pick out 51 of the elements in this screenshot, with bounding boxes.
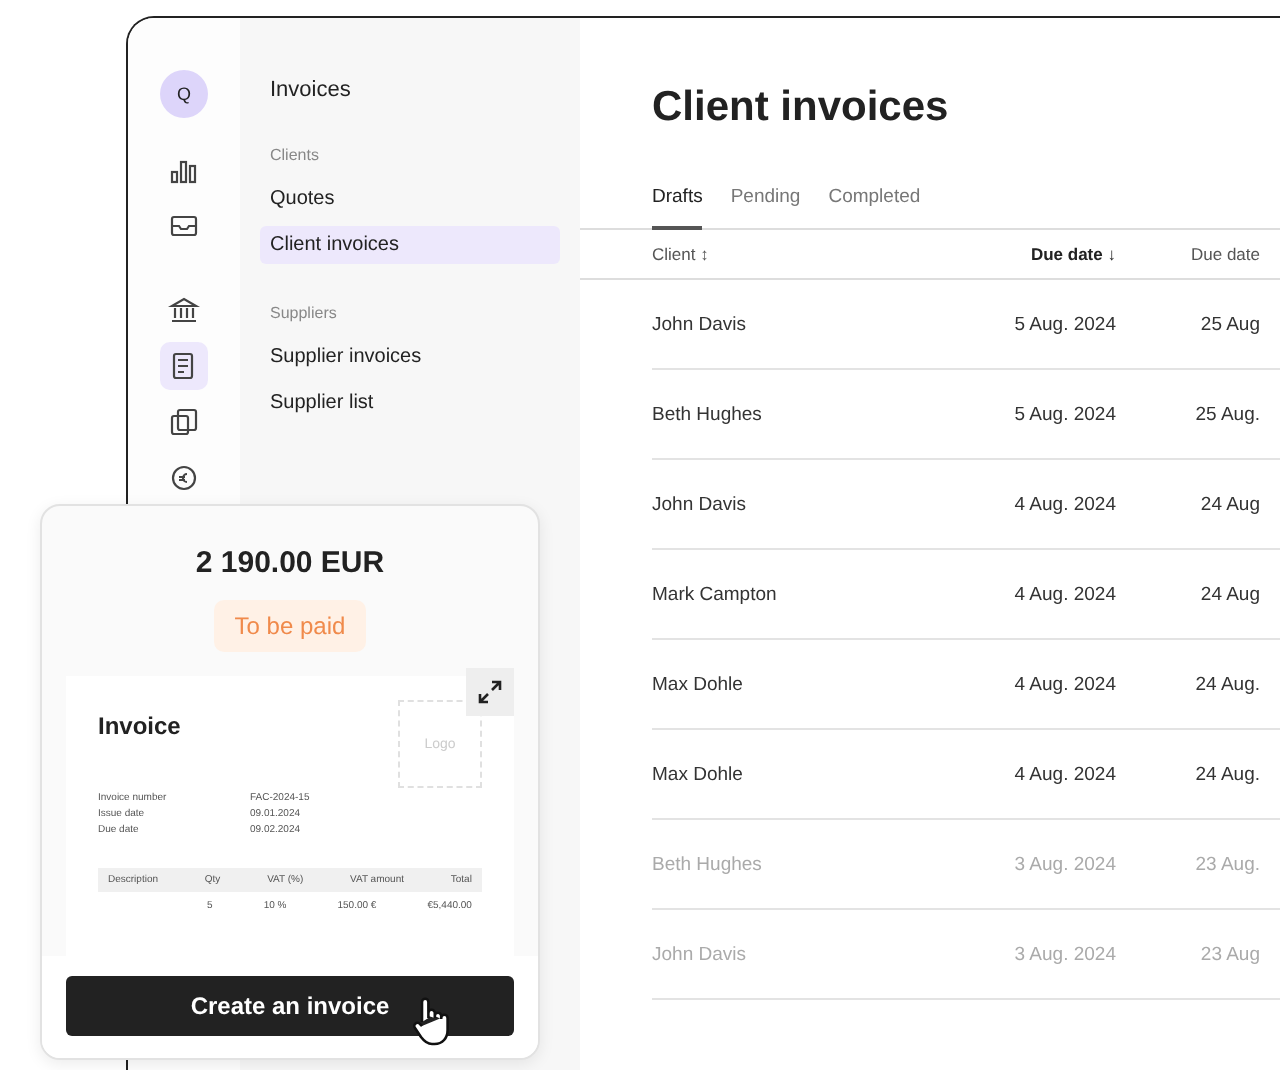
table-cell-text: John Davis <box>652 313 748 335</box>
table-cell-text: 25 Aug <box>1198 313 1260 335</box>
table-cell-text: Max Dohle <box>652 763 745 785</box>
tab[interactable]: Pending <box>730 186 801 230</box>
table-cell-text: 24 Aug <box>1198 493 1260 515</box>
table-cell-text: 5 Aug. 2024 <box>1012 313 1116 335</box>
nav-section-heading: Clients <box>268 146 321 164</box>
avatar[interactable]: Q <box>160 70 208 118</box>
table-cell-text: 4 Aug. 2024 <box>1012 493 1116 515</box>
table-cell-text: Max Dohle <box>652 673 745 695</box>
bank-icon <box>168 294 200 326</box>
table-cell-text: 5 Aug. 2024 <box>1012 403 1116 425</box>
nav-section-heading: Suppliers <box>268 304 339 322</box>
hand-cursor-icon <box>410 996 454 1048</box>
table-cell-text: Beth Hughes <box>652 403 764 425</box>
page-title: Client invoices <box>650 84 951 132</box>
nav-item[interactable]: Client invoices <box>260 226 560 264</box>
rail-item[interactable] <box>160 342 208 390</box>
column-header[interactable]: Due date ↓ <box>892 244 1116 264</box>
documents-icon <box>168 406 200 438</box>
table-cell-text: Beth Hughes <box>652 853 764 875</box>
expand-icon <box>478 680 502 704</box>
preview-title: Invoice <box>98 712 181 744</box>
nav-item[interactable]: Supplier list <box>260 384 560 422</box>
table-cell-text: John Davis <box>652 493 748 515</box>
table-cell-text: 4 Aug. 2024 <box>1012 583 1116 605</box>
status-badge: To be paid <box>214 600 366 652</box>
inbox-icon <box>168 210 200 242</box>
table-cell-text: 23 Aug. <box>1193 853 1260 875</box>
table-cell-text: 3 Aug. 2024 <box>1012 853 1116 875</box>
create-invoice-button[interactable]: Create an invoice <box>66 976 514 1036</box>
table-cell-text: 4 Aug. 2024 <box>1012 763 1116 785</box>
tab[interactable]: Drafts <box>652 186 703 230</box>
table-cell-text: Mark Campton <box>652 583 779 605</box>
coin-icon <box>168 462 200 494</box>
column-header[interactable]: Due date <box>1116 244 1260 264</box>
nav-item[interactable]: Quotes <box>260 180 560 218</box>
tab[interactable]: Completed <box>828 186 921 230</box>
table-cell-text: 3 Aug. 2024 <box>1012 943 1116 965</box>
nav-item[interactable]: Supplier invoices <box>260 338 560 376</box>
table-cell-text: 23 Aug <box>1198 943 1260 965</box>
nav-title: Invoices <box>268 78 353 102</box>
table-cell-text: 24 Aug. <box>1193 763 1260 785</box>
expand-button[interactable] <box>466 668 514 716</box>
table-cell-text: 24 Aug. <box>1193 673 1260 695</box>
invoice-amount: 2 190.00 EUR <box>195 546 385 580</box>
table-cell-text: 4 Aug. 2024 <box>1012 673 1116 695</box>
table-cell-text: John Davis <box>652 943 748 965</box>
table-cell-text: 24 Aug <box>1198 583 1260 605</box>
table-cell-text: 25 Aug. <box>1193 403 1260 425</box>
column-header[interactable]: Client ↕ <box>580 244 892 264</box>
